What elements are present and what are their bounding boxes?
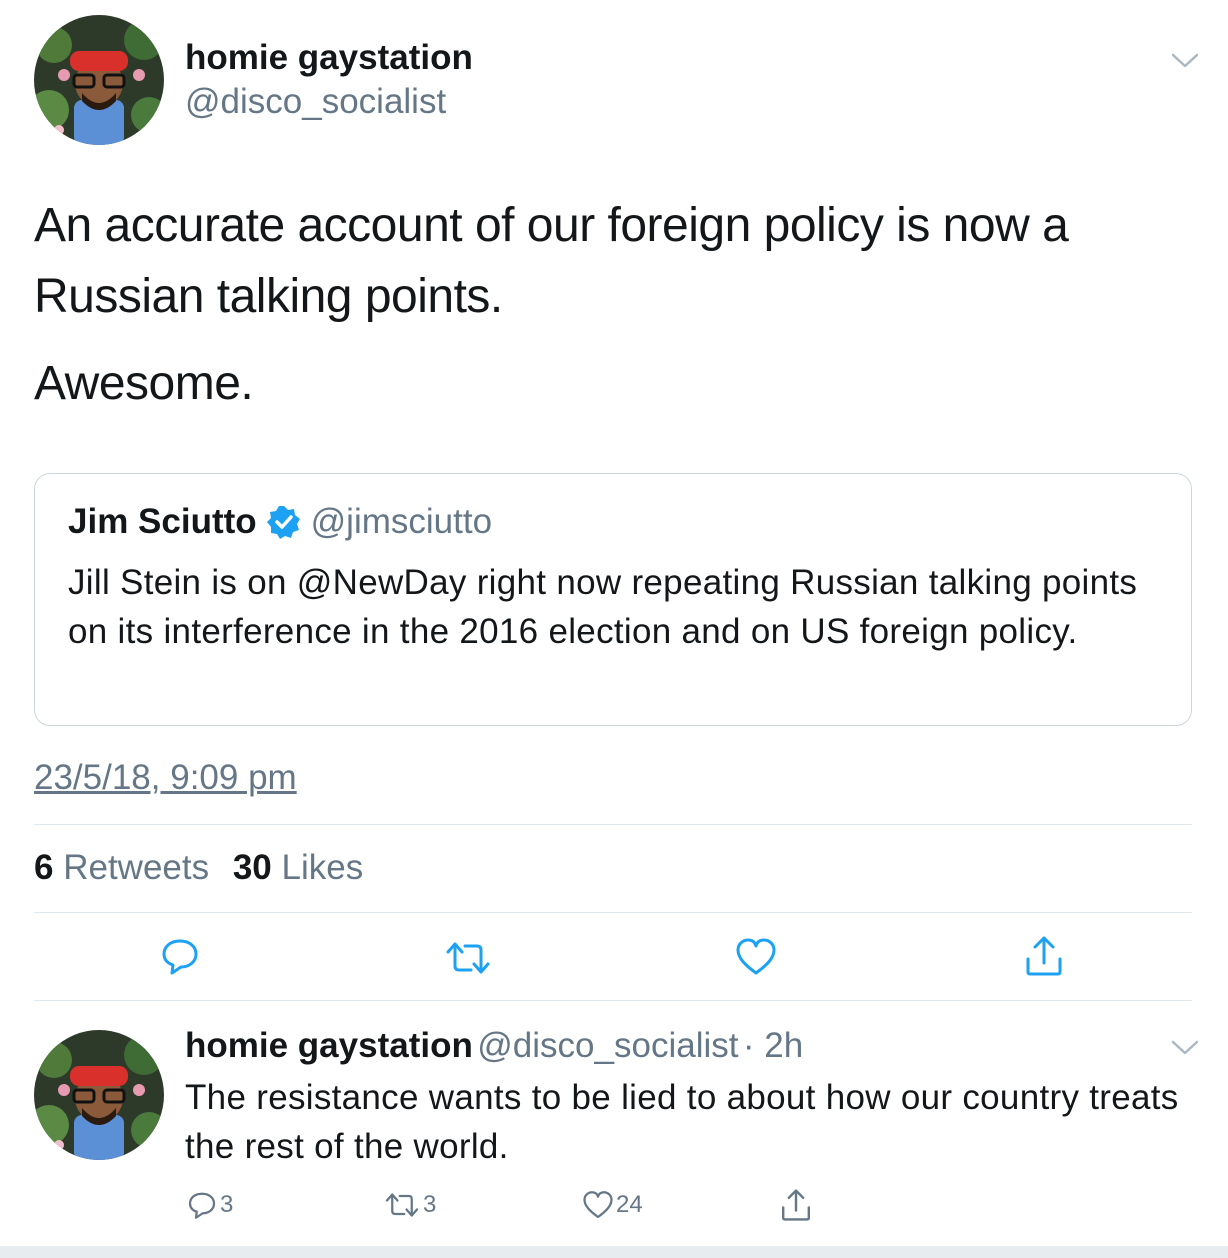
retweet-count: 3 bbox=[423, 1191, 437, 1218]
like-button[interactable] bbox=[735, 937, 777, 977]
share-icon bbox=[1026, 936, 1062, 976]
reply-icon bbox=[162, 939, 198, 975]
divider bbox=[34, 912, 1192, 913]
likes-label[interactable]: Likes bbox=[282, 848, 364, 887]
likes-count[interactable]: 30 bbox=[233, 848, 272, 887]
heart-icon bbox=[736, 938, 776, 975]
reply-author-handle[interactable]: @disco_socialist bbox=[477, 1026, 738, 1065]
retweets-count[interactable]: 6 bbox=[34, 848, 53, 887]
reply-time: · 2h bbox=[742, 1026, 804, 1065]
quoted-tweet[interactable]: Jim Sciutto @jimsciutto Jill Stein is on… bbox=[34, 473, 1192, 726]
avatar-icon bbox=[34, 1030, 164, 1160]
quoted-tweet-text: Jill Stein is on @NewDay right now repea… bbox=[68, 563, 1138, 651]
retweet-icon bbox=[385, 1193, 419, 1217]
retweets-label[interactable]: Retweets bbox=[63, 848, 209, 887]
avatar[interactable] bbox=[34, 1030, 164, 1160]
reply-icon bbox=[188, 1192, 216, 1219]
chevron-down-icon[interactable] bbox=[1170, 1037, 1200, 1057]
author-handle[interactable]: @disco_socialist bbox=[185, 82, 446, 122]
retweet-button[interactable] bbox=[444, 938, 492, 978]
reply-retweet-button[interactable]: 3 bbox=[383, 1190, 436, 1220]
tweet-text-line: An accurate account of our foreign polic… bbox=[34, 199, 1069, 252]
tweet-text-line: Russian talking points. bbox=[34, 270, 503, 323]
tweet-stats: 6 Retweets 30 Likes bbox=[34, 848, 377, 888]
avatar-icon bbox=[34, 15, 164, 145]
tweet-timestamp[interactable]: 23/5/18, 9:09 pm bbox=[34, 758, 297, 798]
avatar[interactable] bbox=[34, 15, 164, 145]
reply-count: 3 bbox=[220, 1191, 234, 1218]
like-count: 24 bbox=[616, 1191, 643, 1218]
reply-reply-button[interactable]: 3 bbox=[186, 1190, 233, 1220]
tweet-text-line: Awesome. bbox=[34, 357, 254, 410]
reply-share-button[interactable] bbox=[780, 1188, 812, 1222]
reply-like-button[interactable]: 24 bbox=[582, 1190, 643, 1220]
verified-badge-icon bbox=[266, 506, 300, 539]
reply-tweet-text: The resistance wants to be lied to about… bbox=[185, 1078, 1179, 1166]
author-name[interactable]: homie gaystation bbox=[185, 38, 473, 78]
heart-icon bbox=[583, 1191, 613, 1219]
quoted-author-handle: @jimsciutto bbox=[310, 502, 493, 541]
retweet-icon bbox=[446, 942, 490, 974]
reply-header: homie gaystation @disco_socialist · 2h bbox=[185, 1026, 803, 1066]
bottom-separator bbox=[0, 1246, 1228, 1258]
reply-button[interactable] bbox=[160, 936, 200, 976]
divider bbox=[34, 1000, 1192, 1001]
share-icon bbox=[782, 1189, 810, 1221]
divider bbox=[34, 824, 1192, 825]
reply-author-name[interactable]: homie gaystation bbox=[185, 1026, 473, 1065]
share-button[interactable] bbox=[1024, 935, 1064, 977]
quoted-author-name: Jim Sciutto bbox=[68, 502, 257, 541]
chevron-down-icon[interactable] bbox=[1170, 50, 1200, 70]
